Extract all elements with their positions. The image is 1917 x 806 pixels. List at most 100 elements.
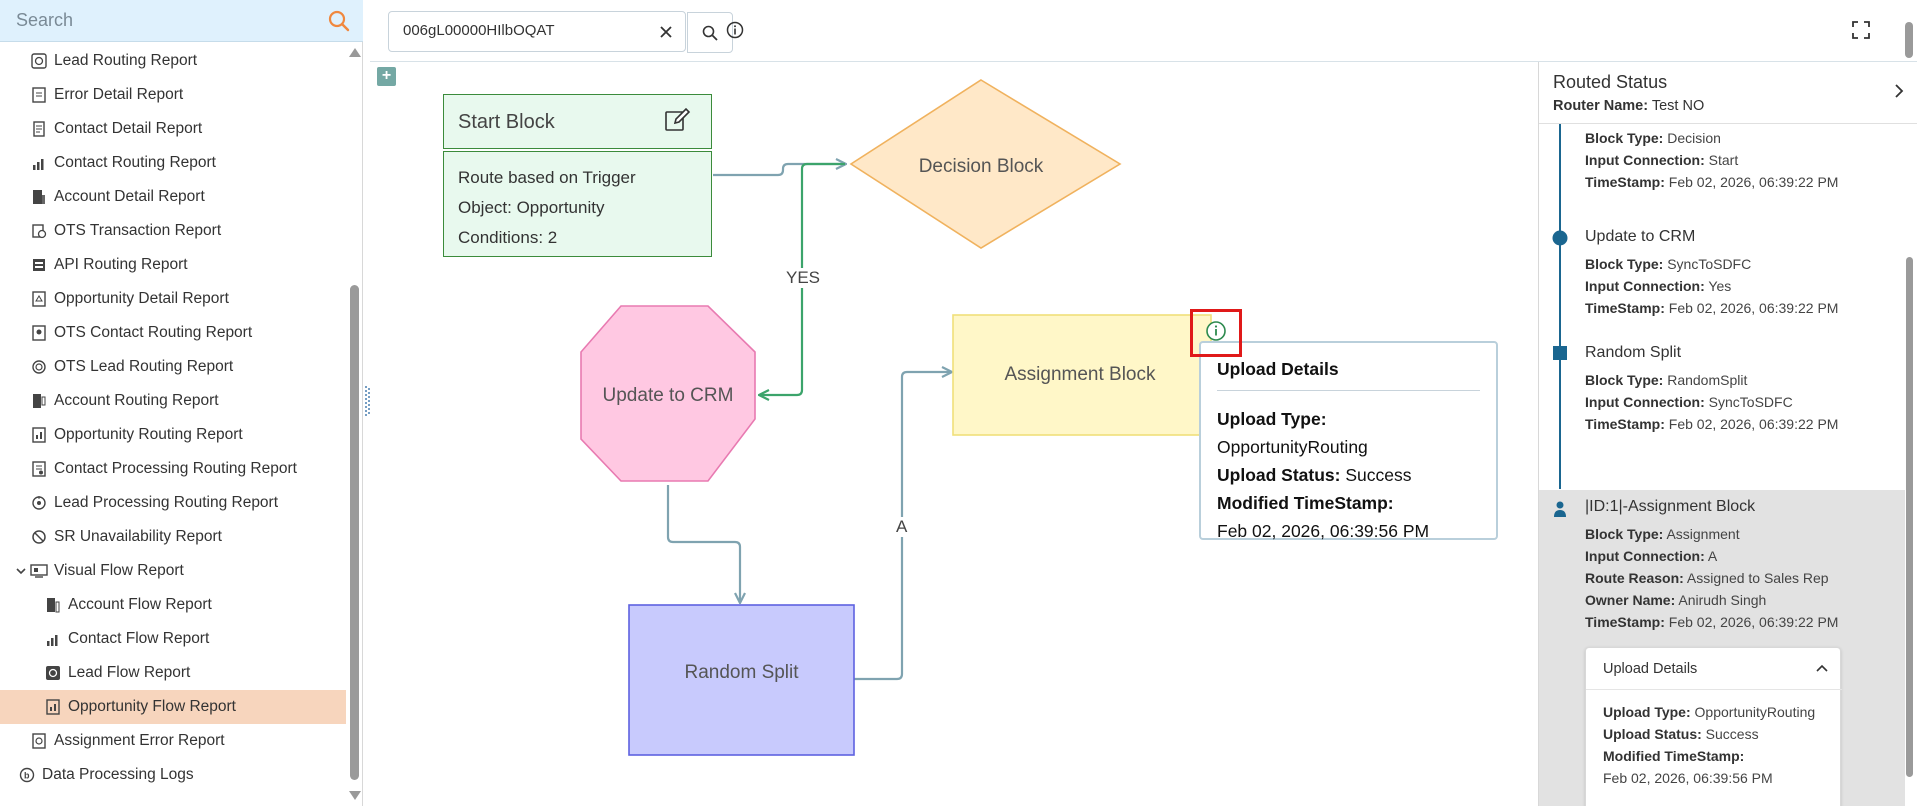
sidebar-item-contact-routing-report[interactable]: Contact Routing Report (0, 146, 346, 180)
sidebar-item-label: Contact Flow Report (68, 630, 210, 647)
opportunity-detail-icon (30, 290, 48, 308)
sidebar-item-assignment-error-report[interactable]: Assignment Error Report (0, 724, 346, 758)
owner-name-row: Owner Name: Anirudh Singh (1585, 592, 1767, 608)
sidebar-scroll-thumb[interactable] (350, 285, 359, 780)
start-block-header: Start Block (443, 94, 712, 149)
sidebar-item-label: Data Processing Logs (42, 766, 194, 783)
sidebar-item-label: Lead Flow Report (68, 664, 191, 681)
panel-scroll-thumb[interactable] (1906, 257, 1913, 777)
data-logs-icon: b (18, 766, 36, 784)
processing-icon (30, 460, 48, 478)
block-type-row: Block Type: RandomSplit (1585, 372, 1748, 388)
timeline-item: Block Type: Decision Input Connection: S… (1539, 124, 1905, 204)
panel-header: Routed Status Router Name: Test NO (1539, 62, 1917, 124)
sidebar-item-label: Assignment Error Report (54, 732, 225, 749)
timestamp-row: TimeStamp: Feb 02, 2026, 06:39:22 PM (1585, 614, 1839, 630)
sidebar-item-opportunity-flow-report[interactable]: Opportunity Flow Report (0, 690, 346, 724)
scroll-down-icon[interactable] (349, 791, 361, 800)
sidebar-item-label: OTS Contact Routing Report (54, 324, 253, 341)
sidebar-item-label: Account Routing Report (54, 392, 219, 409)
sidebar-item-ots-transaction-report[interactable]: OTS Transaction Report (0, 214, 346, 248)
sidebar-item-opportunity-detail-report[interactable]: Opportunity Detail Report (0, 282, 346, 316)
sidebar-item-visual-flow-report[interactable]: Visual Flow Report (0, 554, 346, 588)
transaction-icon (30, 222, 48, 240)
toolbar: 006gL00000HIlbOQAT (370, 0, 1917, 62)
sidebar-item-ots-contact-routing-report[interactable]: OTS Contact Routing Report (0, 316, 346, 350)
processing-icon (30, 494, 48, 512)
sidebar-item-opportunity-routing-report[interactable]: Opportunity Routing Report (0, 418, 346, 452)
start-block-body: Route based on Trigger Object: Opportuni… (443, 151, 712, 257)
sidebar-item-label: OTS Lead Routing Report (54, 358, 234, 375)
account-routing-icon (30, 392, 48, 410)
sidebar: Search Lead Routing Report Error Detail … (0, 0, 370, 806)
info-icon[interactable] (1205, 320, 1227, 342)
chevron-down-icon[interactable] (14, 564, 28, 578)
upload-card-body: Upload Type: OpportunityRouting Upload S… (1603, 701, 1815, 789)
search-icon[interactable] (327, 9, 351, 33)
sidebar-item-lead-processing-routing-report[interactable]: Lead Processing Routing Report (0, 486, 346, 520)
sidebar-item-label: Error Detail Report (54, 86, 184, 103)
start-block[interactable]: Start Block Route based on Trigger Objec… (443, 94, 712, 257)
sidebar-item-contact-flow-report[interactable]: Contact Flow Report (0, 622, 346, 656)
upload-status-row: Upload Status: Success (1603, 726, 1759, 742)
flow-canvas[interactable]: + Decision Block Update to CRM Assignmen… (370, 62, 1538, 806)
block-type-row: Block Type: Decision (1585, 130, 1721, 146)
timeline-item: Random Split Block Type: RandomSplit Inp… (1539, 342, 1905, 452)
timestamp-row: TimeStamp: Feb 02, 2026, 06:39:22 PM (1585, 174, 1839, 190)
sidebar-item-lead-flow-report[interactable]: Lead Flow Report (0, 656, 346, 690)
chevron-right-icon[interactable] (1890, 82, 1908, 100)
start-block-title: Start Block (458, 111, 555, 133)
edit-icon[interactable] (663, 106, 691, 134)
chevron-up-icon[interactable] (1814, 660, 1830, 676)
clear-icon[interactable] (657, 23, 675, 41)
update-block-label: Update to CRM (602, 385, 734, 406)
person-icon (1554, 501, 1566, 517)
record-id-input[interactable]: 006gL00000HIlbOQAT (388, 11, 733, 53)
modified-value: Feb 02, 2026, 06:39:56 PM (1603, 770, 1773, 786)
sidebar-item-api-routing-report[interactable]: API Routing Report (0, 248, 346, 282)
contact-detail-icon (30, 120, 48, 138)
opportunity-flow-icon (44, 698, 62, 716)
upload-status-row: Upload Status: Success (1217, 465, 1412, 485)
unavailability-icon (30, 528, 48, 546)
timeline-item-title: Update to CRM (1585, 228, 1696, 245)
sidebar-item-label: Opportunity Detail Report (54, 290, 229, 307)
sidebar-nav: Lead Routing Report Error Detail Report … (0, 42, 347, 806)
svg-text:b: b (24, 771, 30, 781)
route-reason-row: Route Reason: Assigned to Sales Rep (1585, 570, 1829, 586)
random-split-label: Random Split (684, 662, 799, 683)
sidebar-item-ots-lead-routing-report[interactable]: OTS Lead Routing Report (0, 350, 346, 384)
sidebar-item-account-routing-report[interactable]: Account Routing Report (0, 384, 346, 418)
sidebar-search[interactable]: Search (0, 0, 363, 42)
decision-block-label: Decision Block (918, 156, 1044, 177)
sidebar-item-contact-detail-report[interactable]: Contact Detail Report (0, 112, 346, 146)
page-scroll-thumb[interactable] (1905, 22, 1913, 58)
sidebar-item-label: Contact Processing Routing Report (54, 460, 297, 477)
timeline-dot-icon (1552, 230, 1568, 246)
sidebar-item-account-detail-report[interactable]: Account Detail Report (0, 180, 346, 214)
sidebar-item-label: Opportunity Routing Report (54, 426, 243, 443)
sidebar-item-lead-routing-report[interactable]: Lead Routing Report (0, 44, 346, 78)
sidebar-item-label: Account Flow Report (68, 596, 212, 613)
sidebar-item-sr-unavailability-report[interactable]: SR Unavailability Report (0, 520, 346, 554)
upload-details-tooltip: Upload Details Upload Type: OpportunityR… (1199, 341, 1498, 541)
scroll-up-icon[interactable] (349, 48, 361, 57)
start-trigger-text: Route based on Trigger (458, 168, 636, 187)
input-connection-row: Input Connection: Yes (1585, 278, 1732, 294)
upload-tooltip-title: Upload Details (1217, 359, 1480, 391)
sidebar-item-label: Lead Processing Routing Report (54, 494, 279, 511)
sidebar-item-contact-processing-routing-report[interactable]: Contact Processing Routing Report (0, 452, 346, 486)
timeline-item-title: |ID:1|-Assignment Block (1585, 498, 1756, 515)
account-flow-icon (44, 596, 62, 614)
upload-type-row: Upload Type: OpportunityRouting (1217, 409, 1368, 457)
info-icon[interactable] (725, 20, 745, 40)
routing-timeline: Block Type: Decision Input Connection: S… (1539, 124, 1905, 806)
timeline-square-icon (1553, 346, 1567, 360)
fullscreen-icon[interactable] (1851, 20, 1871, 40)
sidebar-item-data-processing-logs[interactable]: b Data Processing Logs (0, 758, 346, 792)
start-conditions-text: Conditions: 2 (458, 228, 558, 247)
sidebar-item-error-detail-report[interactable]: Error Detail Report (0, 78, 346, 112)
upload-card-header[interactable]: Upload Details (1586, 648, 1842, 690)
sidebar-item-account-flow-report[interactable]: Account Flow Report (0, 588, 346, 622)
search-icon (702, 25, 718, 41)
